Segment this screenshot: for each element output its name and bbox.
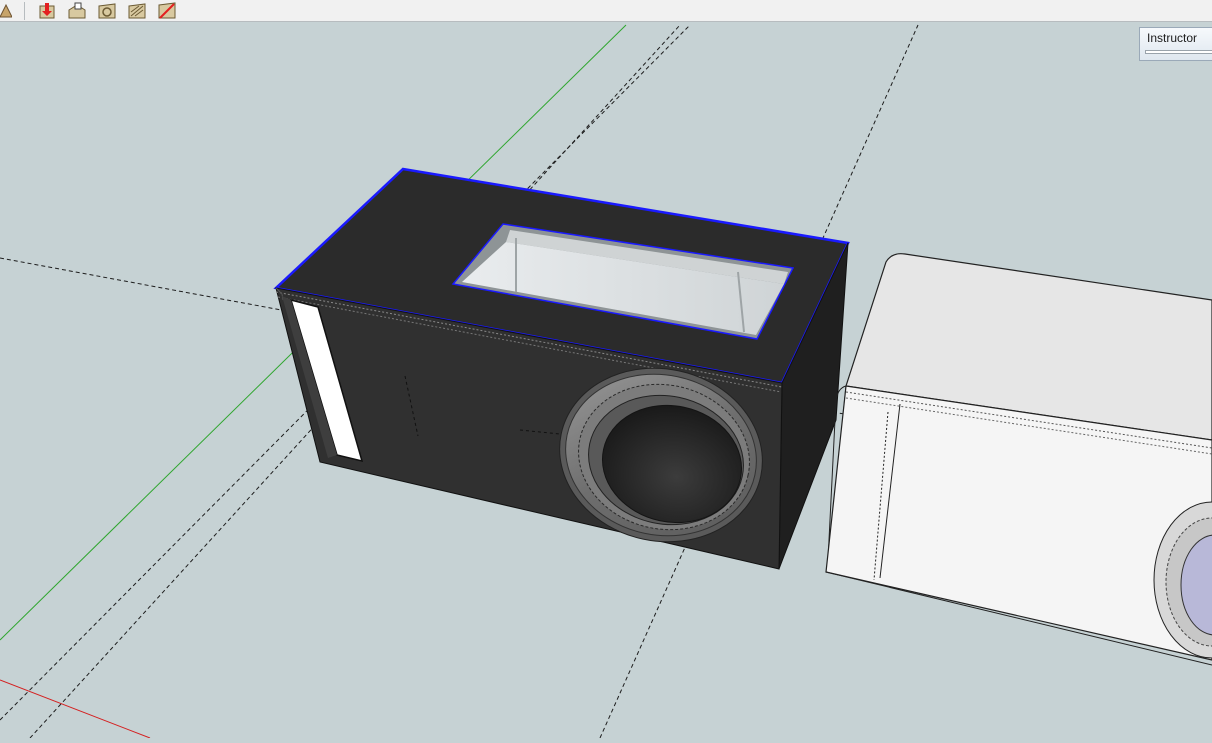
toolbar bbox=[0, 0, 1212, 22]
instructor-title: Instructor bbox=[1147, 31, 1198, 45]
warehouse-button[interactable] bbox=[0, 1, 12, 21]
get-models-button[interactable] bbox=[35, 1, 59, 21]
share-model-icon bbox=[68, 2, 86, 18]
white-enclosure[interactable] bbox=[825, 253, 1212, 666]
extension-button[interactable] bbox=[95, 1, 119, 21]
share-model-button[interactable] bbox=[65, 1, 89, 21]
share-component-icon bbox=[128, 2, 146, 18]
get-models-icon bbox=[39, 2, 55, 18]
scene-canvas[interactable] bbox=[0, 23, 1212, 739]
instructor-scrollbar[interactable] bbox=[1145, 50, 1212, 54]
layout-button[interactable] bbox=[155, 1, 179, 21]
warehouse-icon bbox=[0, 3, 12, 17]
instructor-panel[interactable]: Instructor bbox=[1139, 27, 1212, 61]
toolbar-separator bbox=[24, 1, 25, 20]
extension-icon bbox=[98, 2, 116, 18]
modeling-viewport[interactable] bbox=[0, 23, 1212, 739]
layout-icon bbox=[158, 1, 176, 19]
share-component-button[interactable] bbox=[125, 1, 149, 21]
